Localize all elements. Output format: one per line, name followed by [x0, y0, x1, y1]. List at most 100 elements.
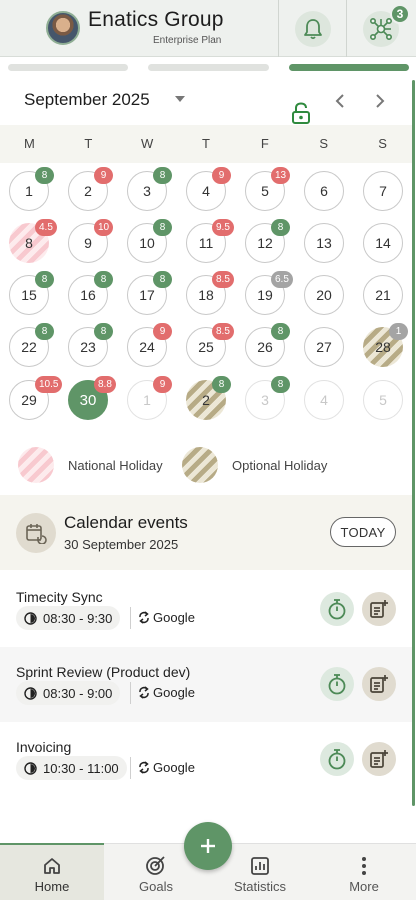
- month-selector[interactable]: September 2025: [24, 90, 150, 110]
- day-hours-badge: 8: [35, 271, 54, 288]
- calendar-day[interactable]: 13: [304, 223, 344, 263]
- event-time-label: 08:30 - 9:00: [43, 685, 113, 701]
- day-hours-badge: 6.5: [271, 271, 293, 288]
- start-timer-button[interactable]: [320, 592, 354, 626]
- sync-icon: [139, 611, 149, 624]
- network-icon: [369, 17, 392, 40]
- day-hours-badge: 10.5: [35, 376, 63, 393]
- header-divider: [278, 0, 279, 57]
- day-hours-badge: 8: [35, 323, 54, 340]
- calendar-day[interactable]: 4: [304, 380, 344, 420]
- calendar-day[interactable]: 6: [304, 171, 344, 211]
- add-note-button[interactable]: [362, 667, 396, 701]
- calendar-day[interactable]: 21: [363, 275, 403, 315]
- events-title: Calendar events: [64, 513, 188, 532]
- calendar-events-button[interactable]: [16, 513, 56, 553]
- clock-icon: [24, 686, 37, 700]
- prev-month-button[interactable]: [328, 89, 352, 113]
- bell-icon: [304, 19, 322, 40]
- home-icon: [44, 858, 60, 874]
- event-time: 10:30 - 11:00: [16, 756, 127, 780]
- calendar-day[interactable]: 5: [363, 380, 403, 420]
- weekday-label: F: [260, 136, 269, 151]
- weekday-label: W: [141, 136, 154, 151]
- day-hours-badge: 9: [94, 167, 113, 184]
- header-divider: [346, 0, 347, 57]
- notifications-button[interactable]: [295, 11, 331, 47]
- clock-icon: [24, 761, 37, 775]
- day-hours-badge: 9: [212, 167, 231, 184]
- note-add-icon: [370, 600, 388, 618]
- stopwatch-icon: [328, 599, 346, 620]
- event-row[interactable]: Sprint Review (Product dev) 08:30 - 9:00 G…: [0, 647, 412, 722]
- day-hours-badge: 9: [153, 323, 172, 340]
- sync-icon: [139, 686, 149, 699]
- add-entry-button[interactable]: [184, 822, 232, 870]
- day-hours-badge: 8: [35, 167, 54, 184]
- weekday-header: M T W T F S S: [0, 125, 412, 163]
- weekday-label: S: [378, 136, 387, 151]
- stopwatch-icon: [328, 674, 346, 695]
- chevron-right-icon: [376, 94, 385, 108]
- calendar-day[interactable]: 27: [304, 327, 344, 367]
- plan-label: Enterprise Plan: [153, 35, 222, 46]
- calendar-day[interactable]: 7: [363, 171, 403, 211]
- divider: [130, 607, 131, 629]
- day-hours-badge: 8: [271, 376, 290, 393]
- event-time: 08:30 - 9:00: [16, 681, 121, 705]
- day-hours-badge: 13: [271, 167, 291, 184]
- events-date: 30 September 2025: [64, 537, 179, 552]
- calendar-day[interactable]: 20: [304, 275, 344, 315]
- clock-icon: [24, 611, 37, 625]
- caret-down-icon[interactable]: [175, 96, 185, 102]
- event-source: Google: [138, 610, 195, 625]
- event-time-label: 08:30 - 9:30: [43, 610, 113, 626]
- start-timer-button[interactable]: [320, 742, 354, 776]
- weekday-label: T: [84, 136, 93, 151]
- event-name: Timecity Sync: [16, 589, 103, 605]
- scrollbar[interactable]: [412, 80, 415, 806]
- event-row[interactable]: Invoicing 10:30 - 11:00 Google: [0, 722, 412, 797]
- nav-home[interactable]: Home: [0, 843, 104, 900]
- bar-chart-icon: [251, 857, 269, 875]
- plus-icon: [201, 839, 215, 853]
- page-indicator-1[interactable]: [8, 64, 128, 71]
- day-hours-badge: 1: [389, 323, 408, 340]
- event-time: 08:30 - 9:30: [16, 606, 121, 630]
- next-month-button[interactable]: [368, 89, 392, 113]
- start-timer-button[interactable]: [320, 667, 354, 701]
- integrations-badge: 3: [390, 4, 410, 24]
- day-hours-badge: 8: [94, 271, 113, 288]
- event-source: Google: [138, 685, 195, 700]
- national-holiday-swatch: [18, 447, 54, 483]
- event-source-label: Google: [153, 610, 195, 625]
- chevron-left-icon: [335, 94, 344, 108]
- nav-goals-label: Goals: [139, 879, 173, 894]
- event-name: Invoicing: [16, 739, 72, 755]
- event-source-label: Google: [153, 760, 195, 775]
- page-indicator-3[interactable]: [289, 64, 409, 71]
- day-hours-badge: 8: [271, 323, 290, 340]
- today-button[interactable]: TODAY: [330, 517, 396, 547]
- day-hours-badge: 8: [94, 323, 113, 340]
- nav-statistics-label: Statistics: [233, 879, 286, 894]
- day-hours-badge: 8: [271, 219, 290, 236]
- day-hours-badge: 8: [212, 376, 231, 393]
- sync-icon: [139, 761, 149, 774]
- day-hours-badge: 9.5: [212, 219, 234, 236]
- note-add-icon: [370, 675, 388, 693]
- add-note-button[interactable]: [362, 742, 396, 776]
- calendar-sync-icon: [26, 524, 47, 544]
- page-indicator-2[interactable]: [148, 64, 269, 71]
- calendar-day[interactable]: 14: [363, 223, 403, 263]
- add-note-button[interactable]: [362, 592, 396, 626]
- nav-home-label: Home: [34, 879, 70, 894]
- day-hours-badge: 8: [153, 167, 172, 184]
- note-add-icon: [370, 750, 388, 768]
- event-row[interactable]: Timecity Sync 08:30 - 9:30 Google: [0, 572, 412, 647]
- company-name[interactable]: Enatics Group: [88, 8, 224, 32]
- nav-more[interactable]: More: [312, 843, 416, 900]
- avatar[interactable]: [46, 11, 80, 45]
- weekday-label: S: [319, 136, 329, 151]
- unlock-icon: [292, 102, 310, 124]
